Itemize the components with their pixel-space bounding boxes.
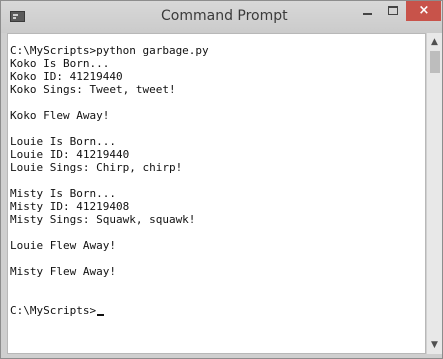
command-prompt-window: Command Prompt × C:\MyScripts>python gar… [0,0,443,359]
minimize-button[interactable] [354,1,380,21]
console-line: Misty Sings: Squawk, squawk! [10,213,196,226]
maximize-icon [388,6,398,15]
console-line: Louie Sings: Chirp, chirp! [10,161,183,174]
console-output[interactable]: C:\MyScripts>python garbage.py Koko Is B… [7,33,426,354]
console-line: Louie ID: 41219440 [10,148,130,161]
vertical-scrollbar[interactable]: ▲ ▼ [426,33,442,354]
scroll-thumb[interactable] [430,51,440,73]
console-line: C:\MyScripts>python garbage.py [10,44,209,57]
scroll-down-icon[interactable]: ▼ [427,338,442,352]
window-title: Command Prompt [161,8,288,24]
minimize-icon [363,13,372,15]
console-line: Misty ID: 41219408 [10,200,130,213]
console-line: Misty Flew Away! [10,265,116,278]
scroll-up-icon[interactable]: ▲ [427,35,442,49]
console-line: Koko Sings: Tweet, tweet! [10,83,176,96]
console-line: Koko Flew Away! [10,109,110,122]
text-cursor [97,314,105,316]
close-button[interactable]: × [406,1,441,21]
console-icon[interactable] [10,11,25,22]
console-line: Louie Flew Away! [10,239,116,252]
console-line: Koko Is Born... [10,57,110,70]
prompt-text: C:\MyScripts> [10,304,97,317]
title-bar[interactable]: Command Prompt × [1,1,442,33]
console-line: Misty Is Born... [10,187,116,200]
prompt-line[interactable]: C:\MyScripts> [10,304,105,318]
console-line: Koko ID: 41219440 [10,70,123,83]
maximize-button[interactable] [380,1,406,21]
close-icon: × [418,3,430,18]
console-line: Louie Is Born... [10,135,116,148]
